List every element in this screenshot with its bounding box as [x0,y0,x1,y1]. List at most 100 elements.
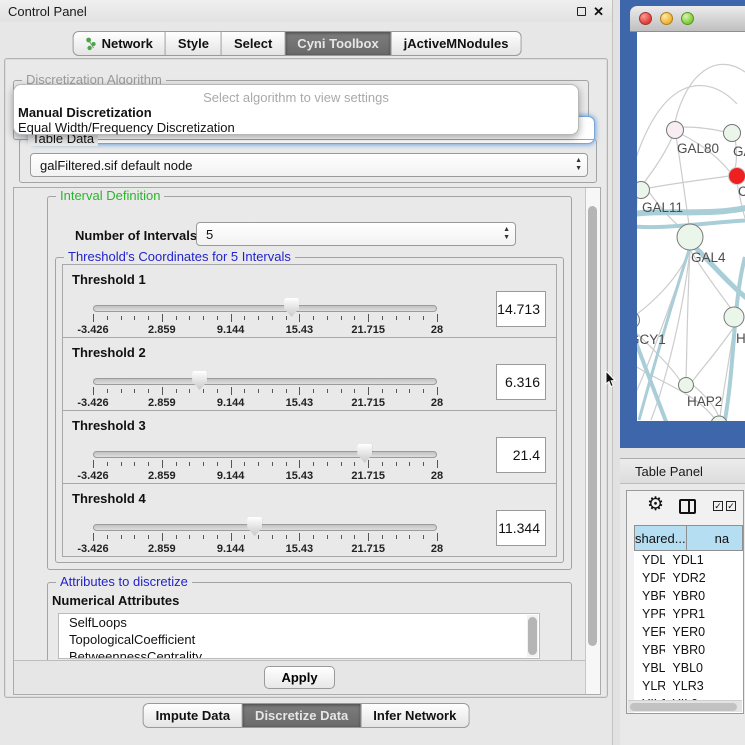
threshold-value-box[interactable]: 21.4 [496,437,546,473]
cell-shared-name[interactable]: YLR345W [634,677,665,695]
tick-label: 9.144 [217,324,245,336]
slider-track[interactable] [93,378,437,385]
threshold-value-box[interactable]: 14.713 [496,291,546,327]
gear-icon[interactable]: ⚙ [647,493,664,516]
dropdown-placeholder-item[interactable]: Select algorithm to view settings [14,90,578,105]
node-label: H [736,331,745,346]
checkbox-icon[interactable]: ✓ [726,501,736,511]
table-grid: shared...na YDL19...YDL1YDR27...YDR2YBR0… [634,525,743,713]
network-edge[interactable] [637,86,737,182]
minimize-traffic-light-icon[interactable] [660,12,673,25]
table-row[interactable]: YBL079WYBL0 [634,659,743,677]
table-row[interactable]: YER054CYER0 [634,623,743,641]
slider-track[interactable] [93,524,437,531]
columns-icon[interactable] [679,499,696,514]
tab-impute-data[interactable]: Impute Data [143,703,243,728]
threshold-label: Threshold 1 [72,272,146,287]
tab-select[interactable]: Select [222,31,285,56]
cell-shared-name[interactable]: YBR045C [634,641,665,659]
column-header[interactable]: shared... [634,525,687,551]
checkbox-icon[interactable]: ✓ [713,501,723,511]
cell-name[interactable]: YER0 [665,623,743,641]
cell-shared-name[interactable]: YDR27... [634,569,665,587]
network-edge[interactable] [692,327,734,382]
cell-shared-name[interactable]: YPR145W [634,605,665,623]
tab-network[interactable]: Network [73,31,166,56]
cell-shared-name[interactable]: YDL19... [634,551,665,569]
network-node[interactable] [637,182,650,199]
cell-name[interactable]: YBR0 [665,587,743,605]
network-node[interactable] [724,307,744,327]
network-window-titlebar[interactable] [630,6,745,32]
threshold-slider[interactable]: -3.4262.8599.14415.4321.71528 [93,443,437,481]
network-edge[interactable] [649,176,729,188]
slider-track[interactable] [93,451,437,458]
table-row[interactable]: YLR345WYLR3 [634,677,743,695]
network-node[interactable] [724,125,741,142]
network-edge[interactable] [643,130,675,184]
network-node[interactable] [637,312,640,329]
threshold-value-box[interactable]: 11.344 [496,510,546,546]
float-window-icon[interactable] [577,7,586,16]
attribute-item[interactable]: SelfLoops [59,614,539,631]
combo-spinner-icon[interactable]: ▲▼ [575,157,582,173]
control-panel-window: Control Panel ✕ NetworkStyleSelectCyni T… [0,0,613,745]
table-row[interactable]: YBR045CYBR0 [634,641,743,659]
numerical-attributes-list[interactable]: SelfLoopsTopologicalCoefficientBetweenne… [58,613,540,659]
threshold-slider[interactable]: -3.4262.8599.14415.4321.71528 [93,516,437,554]
cell-name[interactable]: YBL0 [665,659,743,677]
table-panel-body: ⚙ ✓ ✓ shared...na YDL19...YDL1YDR27...YD… [620,484,745,745]
thresholds-group: Threshold's Coordinates for 5 Intervals … [55,257,564,563]
apply-button[interactable]: Apply [264,666,334,689]
network-edge[interactable] [675,64,745,122]
combo-spinner-icon[interactable]: ▲▼ [503,226,510,242]
table-horizontal-scrollbar[interactable] [628,700,742,712]
close-traffic-light-icon[interactable] [639,12,652,25]
tab-cyni-toolbox[interactable]: Cyni Toolbox [285,31,391,56]
network-node[interactable] [679,378,694,393]
network-canvas[interactable]: GAL80GACGAL11GAL4GCY1HHAP2 [637,32,745,421]
slider-track[interactable] [93,305,437,312]
tick-label: 9.144 [217,543,245,555]
table-row[interactable]: YDR27...YDR2 [634,569,743,587]
cell-name[interactable]: YLR3 [665,677,743,695]
threshold-slider[interactable]: -3.4262.8599.14415.4321.71528 [93,297,437,335]
tab-infer-network[interactable]: Infer Network [361,703,469,728]
close-icon[interactable]: ✕ [593,7,604,16]
cell-shared-name[interactable]: YBL079W [634,659,665,677]
cell-name[interactable]: YDL1 [665,551,743,569]
tab-label: Style [178,36,209,51]
tab-jactivemnodules[interactable]: jActiveMNodules [392,31,522,56]
cell-name[interactable]: YDR2 [665,569,743,587]
table-data-combo[interactable]: galFiltered.sif default node ▲▼ [30,153,588,177]
dropdown-item-manual-discretization[interactable]: Manual Discretization [18,105,152,120]
network-node[interactable] [677,224,703,250]
number-of-intervals-combo[interactable]: 5 ▲▼ [196,222,516,246]
attributes-scrollbar[interactable] [527,615,538,657]
dropdown-item-equal-width-frequency[interactable]: Equal Width/Frequency Discretization [18,120,235,135]
cell-shared-name[interactable]: YBR043C [634,587,665,605]
network-node[interactable] [729,168,745,185]
threshold-value-box[interactable]: 6.316 [496,364,546,400]
table-data-group: Table Data galFiltered.sif default node … [19,139,597,183]
zoom-traffic-light-icon[interactable] [681,12,694,25]
table-row[interactable]: YDL19...YDL1 [634,551,743,569]
cell-name[interactable]: YBR0 [665,641,743,659]
cell-shared-name[interactable]: YER054C [634,623,665,641]
network-node[interactable] [667,122,684,139]
settings-scrollbar[interactable] [585,188,600,694]
cell-name[interactable]: YPR1 [665,605,743,623]
table-row[interactable]: YPR145WYPR1 [634,605,743,623]
tab-discretize-data[interactable]: Discretize Data [243,703,361,728]
column-header[interactable]: na [687,525,743,551]
attribute-item[interactable]: TopologicalCoefficient [59,631,539,648]
node-label: GAL4 [691,250,726,265]
network-edge[interactable] [637,250,690,317]
network-edge[interactable] [637,362,717,421]
tick-label: -3.426 [77,397,108,409]
attribute-item[interactable]: BetweennessCentrality [59,648,539,659]
tab-style[interactable]: Style [166,31,222,56]
network-edge[interactable] [682,127,725,132]
table-row[interactable]: YBR043CYBR0 [634,587,743,605]
threshold-slider[interactable]: -3.4262.8599.14415.4321.71528 [93,370,437,408]
